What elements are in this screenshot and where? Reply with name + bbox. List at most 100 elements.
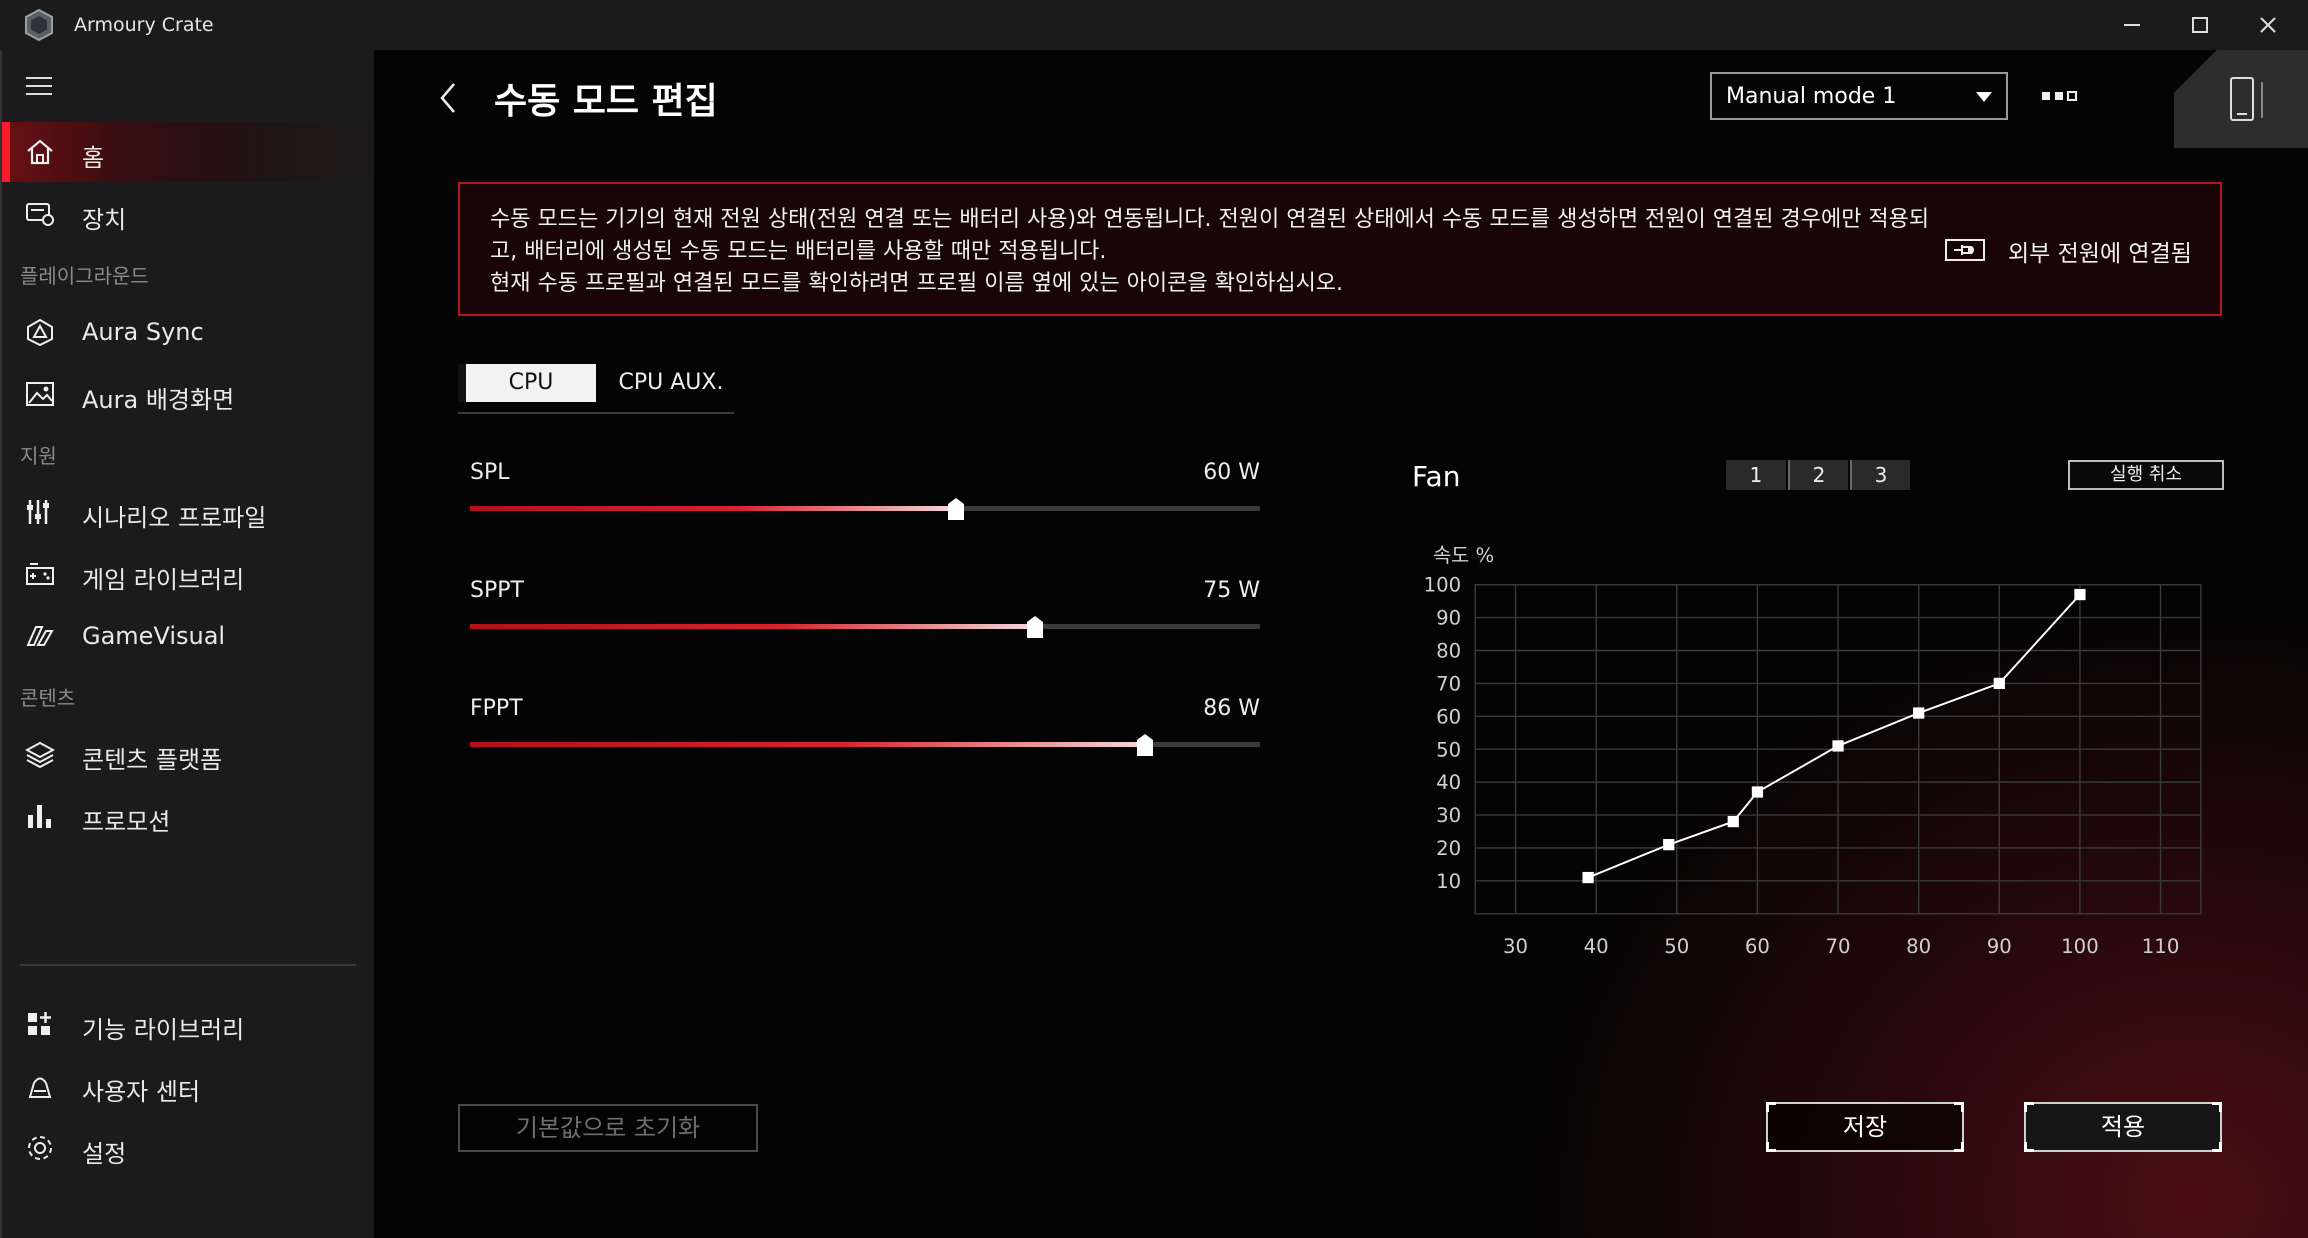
apply-button[interactable]: 적용 [2024,1102,2222,1152]
fan-curve-line [1587,593,2081,879]
slider-thumb[interactable] [1137,734,1154,756]
y-tick-label: 50 [1436,738,1461,761]
button-corner-accent [1954,1142,1964,1152]
x-tick-label: 100 [2061,935,2099,958]
gamepad-icon [26,563,54,585]
fan-title: Fan [1412,460,1461,493]
slider-thumb[interactable] [1026,616,1043,638]
slider-fill [470,506,956,511]
sidebar-item-aura-wallpaper[interactable]: Aura 배경화면 [2,364,374,424]
y-tick-label: 90 [1436,607,1461,630]
x-tick-label: 80 [1906,935,1931,958]
fan-curve-point[interactable] [1582,871,1594,884]
fan-curve-point[interactable] [1751,786,1764,798]
fan-curve-point[interactable] [1913,707,1925,719]
device-panel-button[interactable] [2174,50,2308,148]
x-tick-label: 60 [1745,935,1770,958]
button-corner-accent [2024,1142,2034,1152]
gear-icon [28,1136,52,1160]
sidebar-item-game-library[interactable]: 게임 라이브러리 [2,544,374,604]
sidebar-item-user-center[interactable]: 사용자 센터 [2,1056,374,1116]
button-corner-accent [2212,1102,2222,1112]
y-tick-label: 80 [1436,640,1461,663]
manual-mode-select[interactable]: Manual mode 1 [1710,72,2008,120]
slider-fppt: FPPT 86 W [470,696,1260,776]
caret-down-icon [1976,92,1992,102]
y-axis-label: 속도 % [1433,544,1494,567]
fan-preset-1[interactable]: 1 [1726,460,1786,490]
apply-button-label: 적용 [2100,1113,2146,1141]
sidebar-item-scenario-profile[interactable]: 시나리오 프로파일 [2,482,374,542]
fan-curve-point[interactable] [1993,677,2005,690]
back-chevron-icon[interactable] [434,78,464,118]
wallpaper-icon [26,382,54,406]
sidebar-item-home[interactable]: 홈 [2,122,374,182]
aura-sync-icon [27,318,53,347]
tab-cpu[interactable]: CPU [458,364,596,402]
section-label-playground: 플레이그라운드 [20,264,149,288]
sidebar-item-device[interactable]: 장치 [2,184,374,244]
button-corner-accent [1954,1102,1964,1112]
fan-preset-3[interactable]: 3 [1850,460,1910,490]
sidebar-item-label: Aura Sync [82,318,204,346]
sidebar-item-promotion[interactable]: 프로모션 [2,786,374,846]
y-tick-label: 10 [1436,870,1461,893]
sidebar-item-label: 게임 라이브러리 [82,566,245,594]
fan-curve-point[interactable] [2074,588,2086,601]
y-tick-label: 20 [1436,837,1461,860]
slider-label: FPPT [470,696,523,721]
fan-curve-point[interactable] [1727,815,1739,828]
section-label-content: 콘텐츠 [20,686,76,710]
slider-spl: SPL 60 W [470,460,1260,540]
button-corner-accent [1766,1102,1776,1112]
slider-track[interactable] [470,616,1260,638]
fan-curve-chart[interactable]: 속도 % 10 20 30 40 50 60 70 80 90 100 30 40 50 60 70 80 9… [1404,520,2244,970]
x-tick-label: 40 [1584,935,1609,958]
mode-select-value: Manual mode 1 [1726,84,1897,109]
sidebar-divider [20,964,356,966]
cpu-tabs: CPU CPU AUX. [458,364,734,414]
notice-line-2: 현재 수동 프로필과 연결된 모드를 확인하려면 프로필 이름 옆에 있는 아이… [490,271,1344,296]
hamburger-menu-icon[interactable] [24,73,54,99]
fan-curve-point[interactable] [1832,740,1844,752]
slider-track[interactable] [470,498,1260,520]
sidebar-item-aura-sync[interactable]: Aura Sync [2,302,374,362]
minimize-icon [2124,24,2140,26]
slider-value: 86 W [1203,696,1260,721]
sidebar-item-content-platform[interactable]: 콘텐츠 플랫폼 [2,724,374,784]
tab-cpu-aux[interactable]: CPU AUX. [616,364,726,402]
slider-thumb[interactable] [947,498,964,520]
fan-preset-2[interactable]: 2 [1788,460,1848,490]
undo-button[interactable]: 실행 취소 [2068,460,2224,490]
page-title: 수동 모드 편집 [494,81,718,122]
sidebar-item-label: 설정 [82,1140,127,1168]
maximize-button[interactable] [2166,0,2234,50]
x-axis-unit: °C [2243,935,2244,958]
reset-to-default-button[interactable]: 기본값으로 초기화 [458,1104,758,1152]
save-button[interactable]: 저장 [1766,1102,1964,1152]
slider-value: 75 W [1203,578,1260,603]
y-tick-label: 70 [1436,672,1461,695]
section-label-support: 지원 [20,444,57,468]
app-title: Armoury Crate [74,14,214,36]
close-button[interactable] [2234,0,2302,50]
phone-icon [2230,77,2263,121]
more-options-icon[interactable] [2038,88,2086,104]
sidebar-item-feature-library[interactable]: 기능 라이브러리 [2,994,374,1054]
minimize-button[interactable] [2098,0,2166,50]
sidebar: 홈 장치 플레이그라운드 Aura Sync Aura 배경화면 지원 시나리오… [0,50,374,1238]
x-tick-label: 70 [1826,935,1851,958]
sidebar-item-label: Aura 배경화면 [82,386,235,414]
slider-label: SPL [470,460,510,485]
power-plug-icon [1945,239,1985,261]
sidebar-item-gamevisual[interactable]: GameVisual [2,606,374,666]
sidebar-item-settings[interactable]: 설정 [2,1118,374,1178]
gamevisual-icon [26,626,54,646]
y-tick-label: 40 [1436,771,1461,794]
fan-curve-point[interactable] [1663,839,1675,851]
slider-sppt: SPPT 75 W [470,578,1260,658]
power-state-notice: 수동 모드는 기기의 현재 전원 상태(전원 연결 또는 배터리 사용)와 연동… [458,182,2222,316]
sliders-icon [27,500,49,524]
slider-track[interactable] [470,734,1260,756]
close-icon [2260,17,2276,33]
